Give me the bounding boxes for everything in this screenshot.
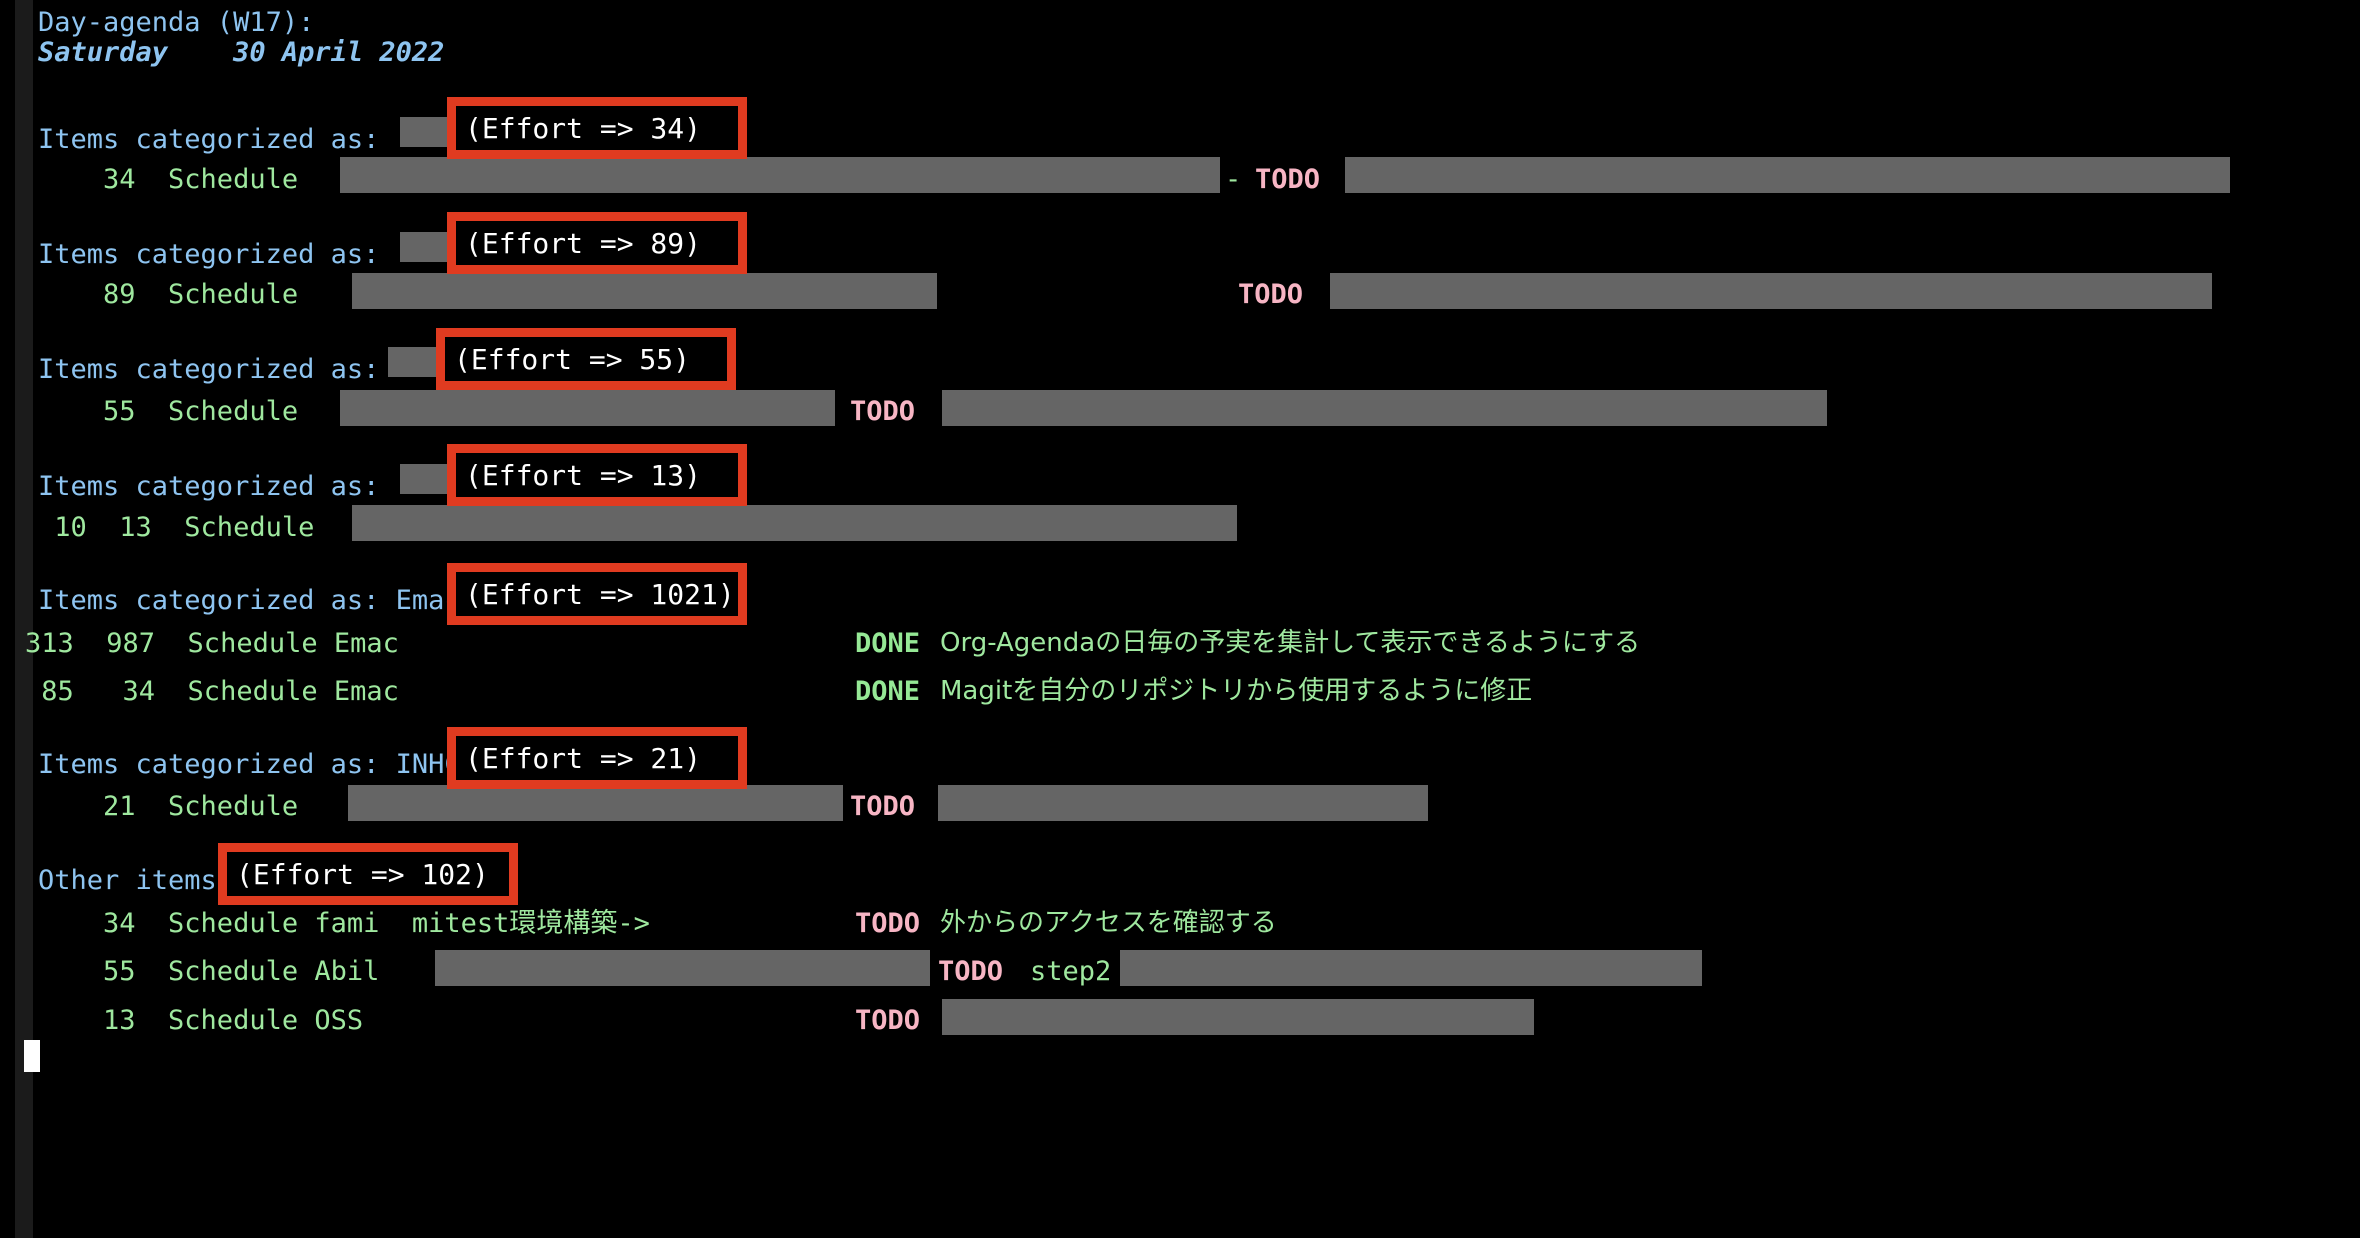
status-keyword-todo: TODO [1238, 279, 1304, 310]
category-header-5: Items categorized as: Emac [38, 585, 461, 616]
redaction-bar [388, 347, 440, 377]
annotation-box-effort-102: (Effort => 102) [218, 843, 518, 905]
annotation-box-effort-55: (Effort => 55) [436, 328, 736, 390]
agenda-date: Saturday 30 April 2022 [38, 37, 445, 68]
category-header-2: Items categorized as: [38, 239, 380, 270]
agenda-row-label-1[interactable]: 34 Schedule [38, 165, 298, 195]
status-keyword-todo: TODO [855, 908, 921, 939]
annotation-label: (Effort => 1021) [465, 577, 735, 611]
task-title-todo-1[interactable]: 外からのアクセスを確認する [940, 908, 1277, 938]
status-keyword-todo: TODO [855, 1005, 921, 1036]
redaction-bar [400, 464, 452, 494]
annotation-label: (Effort => 102) [236, 857, 489, 891]
redaction-bar [1120, 950, 1702, 986]
agenda-row-label-7[interactable]: 21 Schedule [38, 792, 298, 822]
redaction-bar [942, 390, 1827, 426]
annotation-label: (Effort => 13) [465, 458, 702, 492]
category-header-7: Other items [38, 865, 217, 896]
agenda-row-label-6[interactable]: 85 34 Schedule Emac [25, 677, 399, 707]
page-title: Day-agenda (W17): [38, 7, 315, 38]
annotation-label: (Effort => 34) [465, 111, 702, 145]
redaction-bar [1345, 157, 2230, 193]
annotation-box-effort-34: (Effort => 34) [447, 97, 747, 159]
task-title-todo-2[interactable]: step2 [1030, 957, 1111, 987]
status-keyword-todo: TODO [1255, 164, 1321, 195]
redaction-bar [1330, 273, 2212, 309]
row-dash-marker-1: - [1225, 164, 1242, 195]
annotation-box-effort-13: (Effort => 13) [447, 444, 747, 506]
redaction-bar [400, 117, 452, 147]
annotation-label: (Effort => 21) [465, 741, 702, 775]
status-keyword-todo: TODO [850, 396, 916, 427]
annotation-box-effort-89: (Effort => 89) [447, 212, 747, 274]
redaction-bar [348, 785, 843, 821]
status-keyword-todo: TODO [938, 956, 1004, 987]
redaction-bar [938, 785, 1428, 821]
agenda-row-label-5[interactable]: 313 987 Schedule Emac [25, 629, 399, 659]
redaction-bar [942, 999, 1534, 1035]
agenda-row-label-3[interactable]: 55 Schedule [38, 397, 298, 427]
annotation-box-effort-1021: (Effort => 1021) [447, 563, 747, 625]
task-title-done-1[interactable]: Org-Agendaの日毎の予実を集計して表示できるようにする [940, 628, 1640, 658]
redaction-bar [340, 390, 835, 426]
redaction-bar [340, 157, 1220, 193]
annotation-label: (Effort => 55) [454, 342, 691, 376]
redaction-bar [400, 232, 452, 262]
annotation-label: (Effort => 89) [465, 226, 702, 260]
task-title-done-2[interactable]: Magitを自分のリポジトリから使用するように修正 [940, 676, 1532, 706]
status-keyword-todo: TODO [850, 791, 916, 822]
redaction-bar [352, 505, 1237, 541]
category-header-3: Items categorized as: [38, 354, 380, 385]
text-cursor [24, 1040, 40, 1072]
category-header-1: Items categorized as: [38, 124, 380, 155]
redaction-bar [435, 950, 930, 986]
status-keyword-done: DONE [855, 676, 921, 707]
annotation-box-effort-21: (Effort => 21) [447, 727, 747, 789]
agenda-row-label-10[interactable]: 13 Schedule OSS [38, 1006, 363, 1036]
category-header-4: Items categorized as: [38, 471, 380, 502]
agenda-row-label-4[interactable]: 10 13 Schedule [38, 513, 314, 543]
emacs-agenda-buffer: Day-agenda (W17): Saturday 30 April 2022… [0, 0, 2360, 1238]
agenda-row-label-2[interactable]: 89 Schedule [38, 280, 298, 310]
agenda-row-label-8[interactable]: 34 Schedule fami mitest環境構築-> [38, 909, 650, 939]
status-keyword-done: DONE [855, 628, 921, 659]
category-header-6: Items categorized as: INHC [38, 749, 461, 780]
redaction-bar [352, 273, 937, 309]
agenda-row-label-9[interactable]: 55 Schedule Abil [38, 957, 379, 987]
